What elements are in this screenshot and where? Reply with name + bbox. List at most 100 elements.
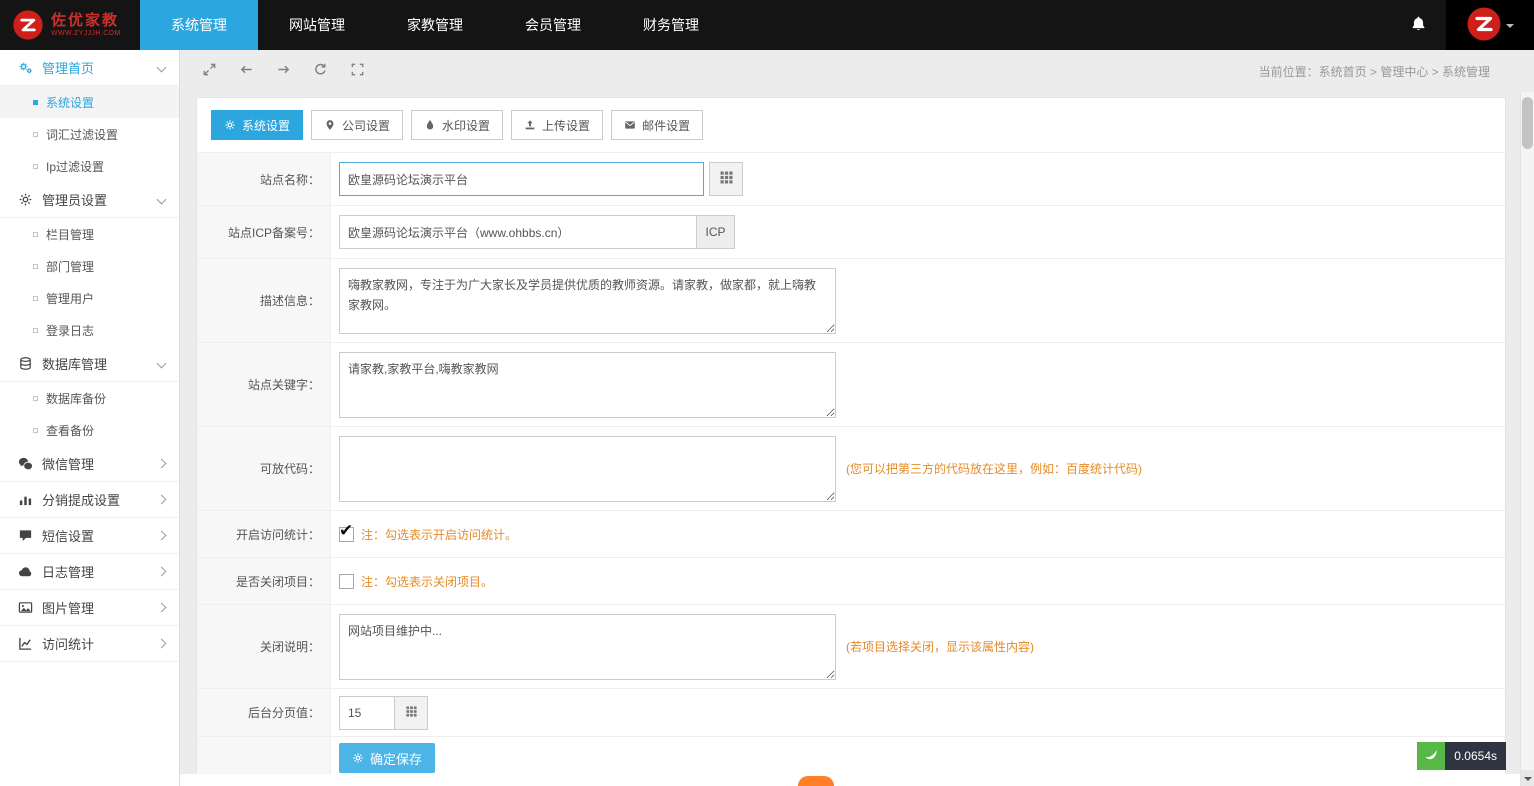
scrollbar-thumb[interactable] xyxy=(1522,97,1533,149)
nav-finance-management[interactable]: 财务管理 xyxy=(612,0,730,50)
sidebar-group-log-management[interactable]: 日志管理 xyxy=(0,554,179,590)
tab-company-settings[interactable]: 公司设置 xyxy=(311,110,403,140)
sidebar-item-login-logs[interactable]: 登录日志 xyxy=(0,314,179,346)
sidebar-item-label: 数据库备份 xyxy=(46,390,106,407)
sidebar-item-system-settings[interactable]: 系统设置 xyxy=(0,86,179,118)
fullscreen-button[interactable] xyxy=(346,60,368,82)
expand-button[interactable] xyxy=(198,60,220,82)
sidebar-group-label: 分销提成设置 xyxy=(42,490,120,509)
close-note-hint: (若项目选择关闭，显示该属性内容) xyxy=(846,638,1034,655)
sidebar-group-admin-settings[interactable]: 管理员设置 xyxy=(0,182,179,218)
expand-diagonal-icon xyxy=(202,62,217,80)
speed-icon xyxy=(1417,742,1445,770)
description-textarea[interactable]: 嗨教家教网，专注于为广大家长及学员提供优质的教师资源。请家教，做家都，就上嗨教家… xyxy=(339,268,836,334)
nav-label: 家教管理 xyxy=(407,15,463,35)
bullet-icon xyxy=(33,264,38,269)
tab-upload-settings[interactable]: 上传设置 xyxy=(511,110,603,140)
sidebar-group-label: 图片管理 xyxy=(42,598,94,617)
nav-member-management[interactable]: 会员管理 xyxy=(494,0,612,50)
footer-logo-partial xyxy=(798,776,834,786)
sidebar-group-label: 访问统计 xyxy=(42,634,94,653)
embed-code-textarea[interactable] xyxy=(339,436,836,502)
main-area: 当前位置：系统首页 > 管理中心 > 系统管理 系统设置 公司设置 水印设置 xyxy=(180,50,1534,786)
topbar: 佐优家教 WWW.ZYJJJH.COM 系统管理 网站管理 家教管理 会员管理 … xyxy=(0,0,1534,50)
sidebar-item-label: 管理用户 xyxy=(46,290,94,307)
refresh-button[interactable] xyxy=(309,60,331,82)
sidebar-group-wechat-management[interactable]: 微信管理 xyxy=(0,446,179,482)
page-size-picker-button[interactable] xyxy=(394,696,428,730)
sidebar-group-commission-settings[interactable]: 分销提成设置 xyxy=(0,482,179,518)
form-row-page-size: 后台分页值： xyxy=(197,689,1505,737)
brand-logo[interactable]: 佐优家教 WWW.ZYJJJH.COM xyxy=(0,0,140,50)
nav-website-management[interactable]: 网站管理 xyxy=(258,0,376,50)
sidebar-item-database-backup[interactable]: 数据库备份 xyxy=(0,382,179,414)
sidebar-item-label: 栏目管理 xyxy=(46,226,94,243)
brand-text: 佐优家教 WWW.ZYJJJH.COM xyxy=(51,12,121,37)
user-menu[interactable] xyxy=(1446,0,1534,50)
site-name-picker-button[interactable] xyxy=(709,162,743,196)
icp-addon: ICP xyxy=(697,215,735,249)
top-navigation: 系统管理 网站管理 家教管理 会员管理 财务管理 xyxy=(140,0,730,50)
close-note-textarea[interactable]: 网站项目维护中... xyxy=(339,614,836,680)
close-project-checkbox[interactable] xyxy=(339,574,354,589)
bullet-icon xyxy=(33,100,38,105)
tab-system-settings[interactable]: 系统设置 xyxy=(211,110,303,140)
sidebar-item-admin-users[interactable]: 管理用户 xyxy=(0,282,179,314)
scrollbar-down-button[interactable] xyxy=(1521,770,1534,786)
chevron-down-icon xyxy=(157,63,167,73)
visit-stats-checkbox[interactable] xyxy=(339,527,354,542)
sidebar-item-ip-filter-settings[interactable]: Ip过滤设置 xyxy=(0,150,179,182)
notifications-button[interactable] xyxy=(1390,0,1446,50)
site-name-input[interactable] xyxy=(339,162,704,196)
map-pin-icon xyxy=(324,119,336,131)
sidebar-group-image-management[interactable]: 图片管理 xyxy=(0,590,179,626)
wechat-icon xyxy=(18,456,33,471)
tab-watermark-settings[interactable]: 水印设置 xyxy=(411,110,503,140)
arrow-left-icon xyxy=(239,62,254,80)
field-label: 可放代码： xyxy=(197,427,331,510)
keywords-textarea[interactable]: 请家教,家教平台,嗨教家教网 xyxy=(339,352,836,418)
field-label: 是否关闭项目： xyxy=(197,558,331,604)
sidebar-item-department-management[interactable]: 部门管理 xyxy=(0,250,179,282)
nav-label: 网站管理 xyxy=(289,15,345,35)
chevron-down-icon xyxy=(1506,24,1514,32)
sidebar-group-database-management[interactable]: 数据库管理 xyxy=(0,346,179,382)
field-label: 站点名称： xyxy=(197,153,331,205)
sidebar-item-column-management[interactable]: 栏目管理 xyxy=(0,218,179,250)
sidebar-item-view-backups[interactable]: 查看备份 xyxy=(0,414,179,446)
back-button[interactable] xyxy=(235,60,257,82)
save-button[interactable]: 确定保存 xyxy=(339,743,435,773)
sidebar-item-label: 登录日志 xyxy=(46,322,94,339)
page-size-input[interactable] xyxy=(339,696,395,730)
tab-label: 系统设置 xyxy=(242,117,290,134)
tab-mail-settings[interactable]: 邮件设置 xyxy=(611,110,703,140)
breadcrumb: 当前位置：系统首页 > 管理中心 > 系统管理 xyxy=(1259,63,1490,80)
gear-icon xyxy=(18,192,33,207)
tab-label: 邮件设置 xyxy=(642,117,690,134)
forward-button[interactable] xyxy=(272,60,294,82)
line-chart-icon xyxy=(18,636,33,651)
sidebar-group-label: 数据库管理 xyxy=(42,354,107,373)
save-button-label: 确定保存 xyxy=(370,749,422,768)
chevron-down-icon xyxy=(157,195,167,205)
nav-label: 系统管理 xyxy=(171,15,227,35)
form-row-save: 确定保存 xyxy=(197,737,1505,774)
chevron-right-icon xyxy=(157,459,167,469)
sidebar-group-label: 短信设置 xyxy=(42,526,94,545)
sidebar-group-sms-settings[interactable]: 短信设置 xyxy=(0,518,179,554)
sidebar-item-word-filter-settings[interactable]: 词汇过滤设置 xyxy=(0,118,179,150)
sidebar-group-visit-statistics[interactable]: 访问统计 xyxy=(0,626,179,662)
nav-system-management[interactable]: 系统管理 xyxy=(140,0,258,50)
sidebar-item-label: 部门管理 xyxy=(46,258,94,275)
sidebar-group-manage-home[interactable]: 管理首页 xyxy=(0,50,179,86)
nav-tutor-management[interactable]: 家教管理 xyxy=(376,0,494,50)
bullet-icon xyxy=(33,232,38,237)
form-row-site-name: 站点名称： xyxy=(197,153,1505,206)
nav-label: 财务管理 xyxy=(643,15,699,35)
icp-input[interactable] xyxy=(339,215,697,249)
envelope-icon xyxy=(624,119,636,131)
settings-card: 系统设置 公司设置 水印设置 上传设置 xyxy=(196,97,1506,774)
field-label: 站点ICP备案号： xyxy=(197,206,331,258)
gear-icon xyxy=(352,752,364,764)
vertical-scrollbar[interactable] xyxy=(1520,92,1534,786)
